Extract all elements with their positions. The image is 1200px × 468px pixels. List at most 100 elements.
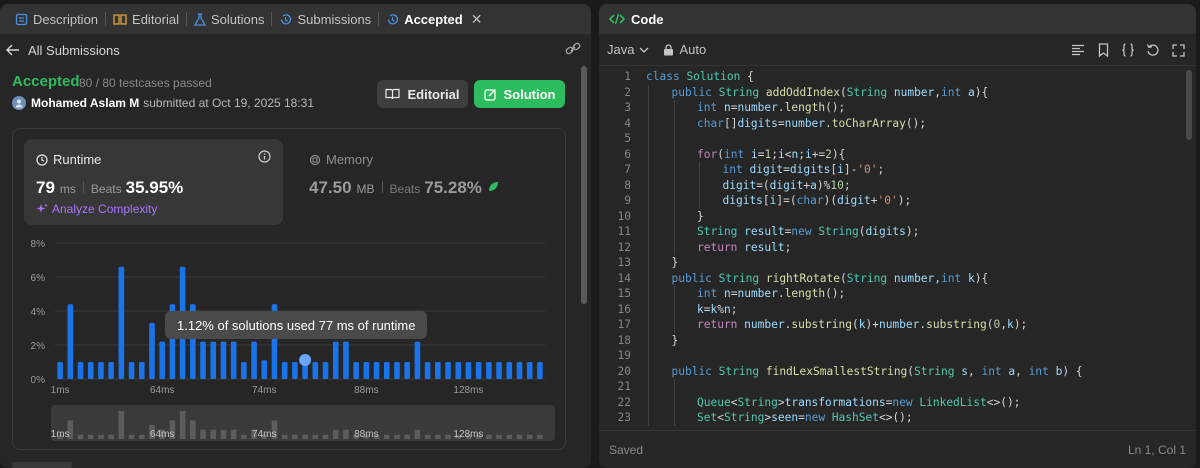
- chart-bar: [455, 362, 462, 379]
- code-toolbar: Java Auto: [599, 34, 1196, 66]
- chart-bar: [118, 266, 125, 379]
- code-text: class Solution {: [646, 70, 754, 83]
- chart-bar: [506, 362, 513, 379]
- submission-panel: Description Editorial Solutions Submissi…: [0, 4, 591, 468]
- code-line: 4 char[]digits=number.toCharArray();: [599, 116, 1196, 132]
- code-text: int n=number.length();: [697, 101, 846, 114]
- edit-icon: [483, 88, 497, 101]
- chart-bar: [445, 362, 451, 379]
- code-line: 22 Queue<String>transformations=new Linke…: [599, 395, 1196, 411]
- reset-icon[interactable]: [1145, 42, 1161, 58]
- x-tick-label: 1ms: [51, 385, 70, 396]
- auto-mode-label: Auto: [679, 42, 707, 57]
- bookmark-icon[interactable]: [1095, 42, 1111, 58]
- indent-guide: [648, 84, 649, 426]
- link-icon[interactable]: [565, 42, 581, 59]
- user-runtime-marker: [299, 354, 312, 366]
- code-text: public String rightRotate(String number,…: [671, 271, 989, 285]
- code-line: 11 String result=new String(digits);: [599, 224, 1196, 240]
- code-panel-title: Code: [631, 11, 664, 27]
- y-tick-label: 0%: [31, 375, 46, 386]
- line-number: 7: [624, 163, 631, 176]
- chart-bar: [537, 362, 543, 379]
- overview-bar: [230, 429, 237, 439]
- chart-bar: [394, 362, 400, 379]
- overview-bar: [108, 434, 114, 439]
- tab-editorial[interactable]: Editorial: [106, 4, 186, 34]
- tab-description[interactable]: Description: [8, 4, 105, 34]
- tab-submissions[interactable]: Submissions: [272, 4, 378, 34]
- cursor-position: Ln 1, Col 1: [1127, 442, 1186, 457]
- indent-guide: [673, 379, 675, 426]
- code-text: return result;: [697, 240, 792, 254]
- save-status: Saved: [609, 442, 644, 457]
- overview-bar: [435, 434, 441, 439]
- line-number: 1: [624, 70, 631, 83]
- chart-bar: [98, 362, 104, 379]
- chart-bar: [230, 341, 237, 379]
- testcases-passed: 80 / 80 testcases passed: [79, 76, 212, 90]
- chart-bar: [261, 360, 268, 379]
- overview-bar: [118, 411, 125, 439]
- overview-bar: [526, 434, 533, 439]
- chart-bar: [322, 362, 329, 379]
- chart-bar: [251, 341, 257, 379]
- code-text: }: [697, 209, 704, 223]
- editorial-button[interactable]: Editorial: [377, 80, 468, 108]
- scrollbar[interactable]: [1186, 70, 1192, 140]
- solution-button[interactable]: Solution: [474, 80, 565, 108]
- submission-author: Mohamed Aslam M submitted at Oct 19, 202…: [12, 96, 314, 110]
- fullscreen-icon[interactable]: [1170, 42, 1186, 58]
- editorial-button-label: Editorial: [407, 86, 460, 102]
- line-number: 19: [617, 349, 631, 362]
- runtime-distribution-chart[interactable]: 8% 6% 4% 2% 0% 1ms 64ms 74ms 88ms 128ms 1ms 64ms 74m…: [13, 129, 567, 451]
- overview-bar: [516, 434, 523, 439]
- code-text: int digit=digits[i]-'0';: [722, 163, 885, 176]
- line-number: 12: [617, 240, 631, 254]
- language-select[interactable]: Java: [607, 42, 649, 57]
- close-icon[interactable]: ✕: [471, 11, 483, 28]
- auto-mode[interactable]: Auto: [663, 42, 706, 57]
- code-line: 15 int n=number.length();: [599, 286, 1196, 302]
- code-line: 21: [599, 379, 1196, 395]
- x-tick-label: 88ms: [354, 385, 378, 396]
- chart-bar: [373, 362, 380, 379]
- code-line: 14 public String rightRotate(String numbe…: [599, 271, 1196, 287]
- code-text: char[]digits=number.toCharArray();: [697, 116, 927, 130]
- line-number: 2: [624, 85, 631, 99]
- avatar[interactable]: [12, 96, 26, 110]
- scrollbar[interactable]: [581, 66, 587, 304]
- overview-bar: [414, 429, 421, 439]
- overview-bar: [506, 434, 513, 439]
- line-number: 20: [617, 364, 631, 378]
- code-text: digits[i]=(char)(digit+'0');: [722, 194, 912, 207]
- line-number: 3: [624, 101, 631, 114]
- tab-accepted[interactable]: Accepted ✕: [379, 4, 489, 34]
- all-submissions-link[interactable]: All Submissions: [28, 43, 120, 58]
- history-icon: [386, 13, 399, 26]
- overview-bar: [424, 434, 431, 439]
- submitted-at: submitted at Oct 19, 2025 18:31: [143, 96, 315, 110]
- code-tabbar: Code: [599, 4, 1196, 34]
- code-text: String result=new String(digits);: [697, 225, 920, 238]
- arrow-left-icon[interactable]: [6, 44, 20, 56]
- indent-guide: [673, 100, 675, 255]
- chart-bar: [241, 362, 247, 379]
- braces-icon[interactable]: [1120, 42, 1136, 58]
- format-icon[interactable]: [1070, 42, 1086, 58]
- code-icon: [609, 13, 625, 25]
- code-editor[interactable]: 1 class Solution {2 public String addOddIn…: [599, 67, 1196, 429]
- overview-bar: [98, 434, 104, 439]
- chart-bar: [414, 341, 421, 379]
- line-number: 4: [624, 116, 631, 130]
- chart-tooltip: 1.12% of solutions used 77 ms of runtime: [165, 311, 428, 339]
- chart-bar: [383, 362, 390, 379]
- y-tick-label: 6%: [31, 273, 46, 284]
- line-number: 21: [617, 380, 631, 393]
- overview-bar: [343, 429, 349, 439]
- author-name[interactable]: Mohamed Aslam M: [31, 96, 139, 110]
- overview-tick-label: 128ms: [453, 429, 483, 440]
- chart-bar: [332, 341, 339, 379]
- code-line: 13}: [599, 255, 1196, 271]
- tab-solutions[interactable]: Solutions: [187, 4, 271, 34]
